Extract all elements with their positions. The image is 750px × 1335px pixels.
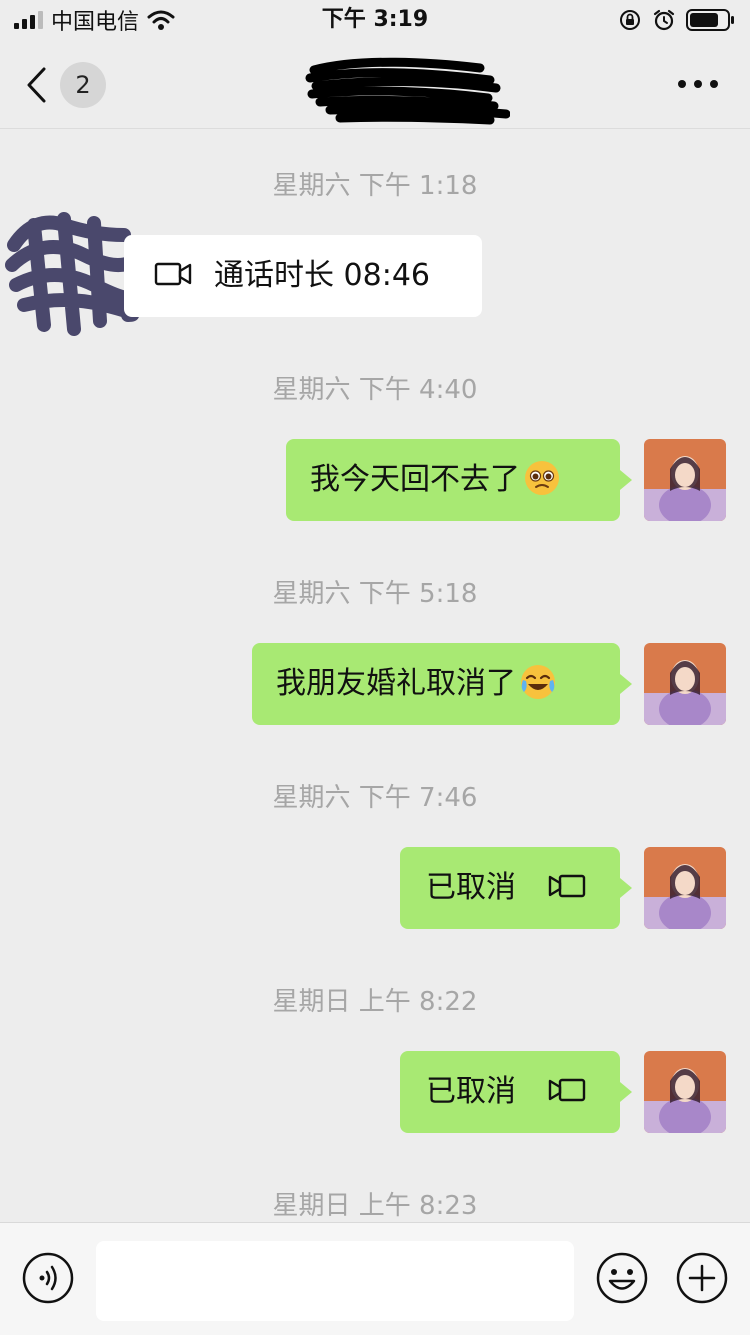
message-bubble-sent[interactable]: 我今天回不去了 bbox=[286, 439, 632, 521]
call-duration-text: 通话时长 08:46 bbox=[214, 258, 430, 293]
chevron-left-icon bbox=[27, 67, 46, 103]
message-input-bar bbox=[0, 1222, 750, 1335]
unread-count-badge: 2 bbox=[60, 62, 106, 108]
message-bubble-sent[interactable]: 我朋友婚礼取消了 bbox=[252, 643, 632, 725]
message-bubble-video-call[interactable]: 已取消 bbox=[400, 847, 632, 929]
crying-laughing-face-emoji-icon bbox=[521, 664, 555, 699]
message-timestamp: 星期六 下午 5:18 bbox=[272, 579, 478, 609]
message-timestamp: 星期六 下午 4:40 bbox=[272, 375, 478, 405]
orientation-lock-icon bbox=[620, 10, 640, 30]
emoji-icon[interactable] bbox=[596, 1252, 648, 1304]
message-timestamp: 星期六 下午 7:46 bbox=[272, 783, 478, 813]
chat-header: 2 bbox=[0, 40, 750, 129]
user-avatar-image bbox=[644, 1051, 726, 1133]
video-camera-icon bbox=[154, 262, 192, 285]
back-button[interactable]: 2 bbox=[24, 62, 124, 108]
message-text: 我朋友婚礼取消了 bbox=[276, 666, 516, 701]
message-timestamp: 星期六 下午 1:18 bbox=[272, 171, 478, 201]
avatar-redacted bbox=[5, 212, 147, 336]
pleading-face-emoji-icon bbox=[525, 460, 559, 495]
message-bubble-video-call[interactable]: 通话时长 08:46 bbox=[124, 235, 482, 317]
message-text: 我今天回不去了 bbox=[310, 462, 520, 497]
status-bar: 中国电信 下午 3:19 bbox=[0, 0, 750, 40]
message-list[interactable]: 星期六 下午 1:18 通话时长 08:46 星期六 下午 4:40 我今天回不… bbox=[0, 129, 750, 1222]
user-avatar-image bbox=[644, 439, 726, 521]
message-text-input[interactable] bbox=[96, 1241, 574, 1321]
video-camera-icon bbox=[548, 874, 585, 897]
call-status-text: 已取消 bbox=[426, 870, 516, 905]
more-dots-icon[interactable] bbox=[676, 70, 720, 98]
video-camera-icon bbox=[548, 1078, 585, 1101]
alarm-icon bbox=[653, 9, 675, 31]
user-avatar[interactable] bbox=[644, 439, 726, 521]
message-timestamp: 星期日 上午 8:23 bbox=[272, 1191, 478, 1221]
call-status-text: 已取消 bbox=[426, 1074, 516, 1109]
user-avatar[interactable] bbox=[644, 643, 726, 725]
user-avatar[interactable] bbox=[644, 1051, 726, 1133]
battery-icon bbox=[686, 9, 734, 31]
message-bubble-video-call[interactable]: 已取消 bbox=[400, 1051, 632, 1133]
user-avatar[interactable] bbox=[644, 847, 726, 929]
plus-icon[interactable] bbox=[676, 1252, 728, 1304]
voice-input-icon[interactable] bbox=[22, 1252, 74, 1304]
user-avatar-image bbox=[644, 847, 726, 929]
status-bar-right bbox=[618, 6, 736, 34]
contact-name-redacted bbox=[305, 57, 510, 125]
user-avatar-image bbox=[644, 643, 726, 725]
message-timestamp: 星期日 上午 8:22 bbox=[272, 987, 478, 1017]
